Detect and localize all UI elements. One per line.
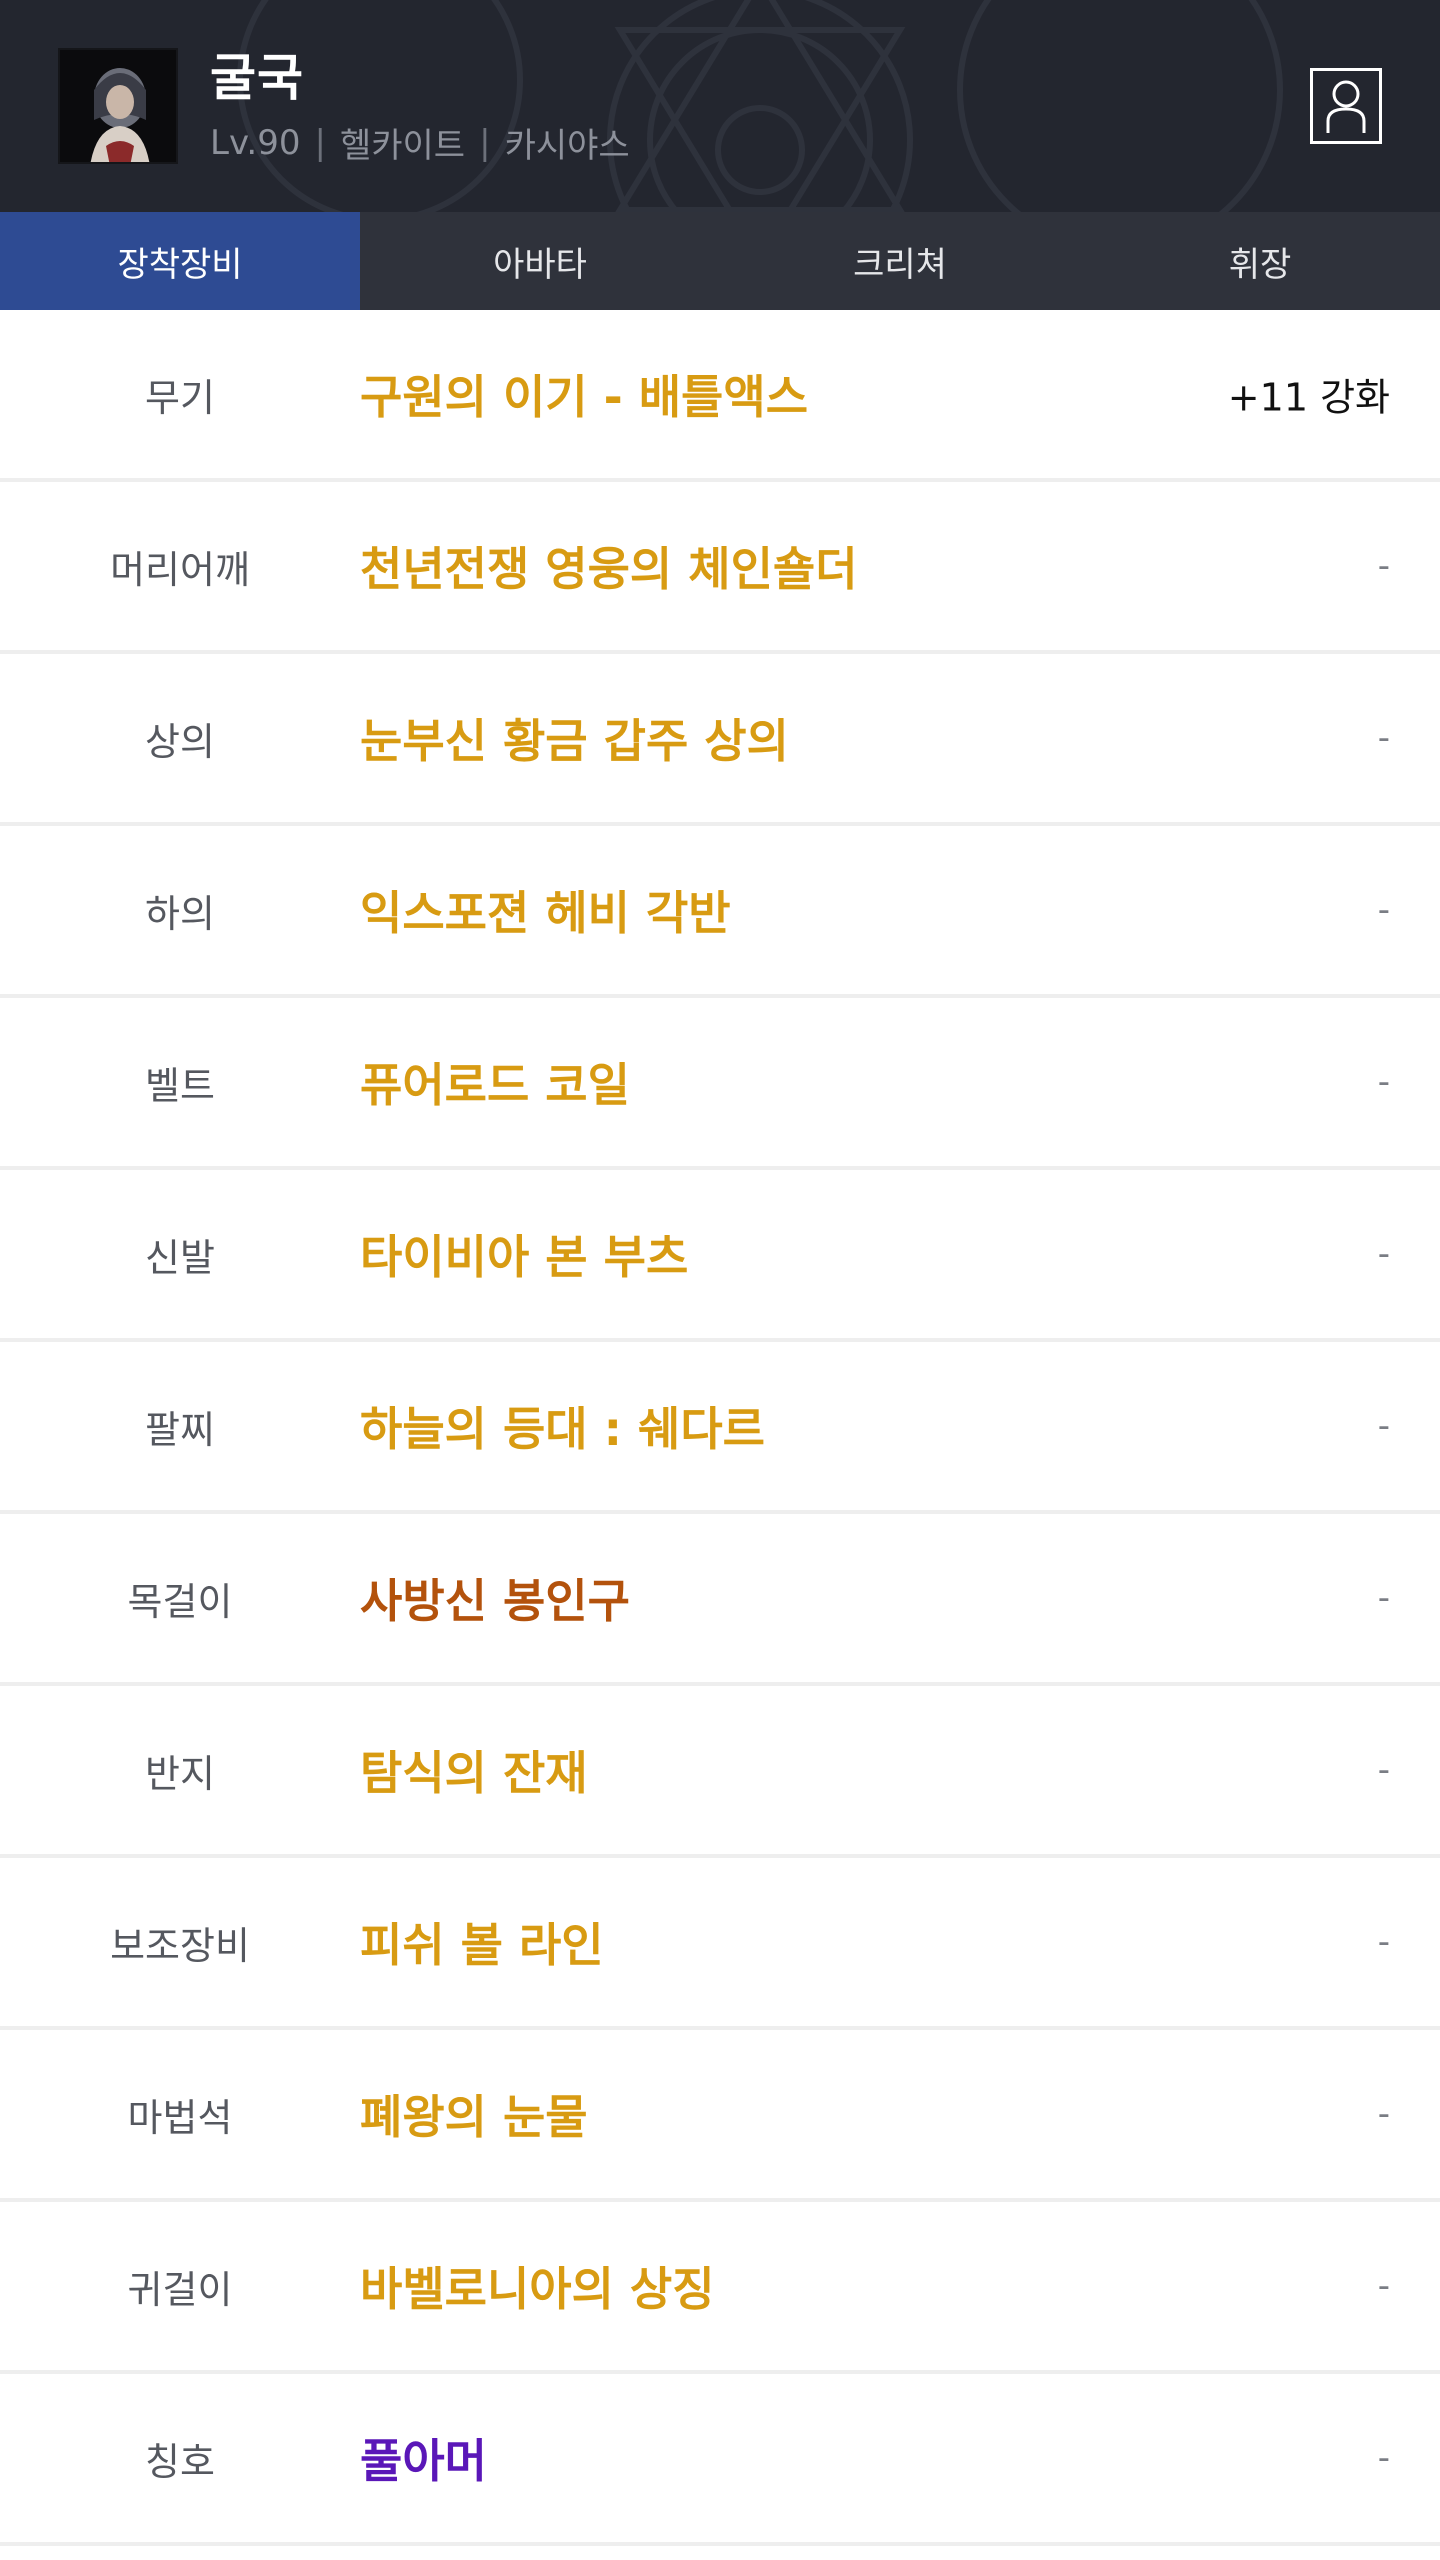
item-name[interactable]: 하늘의 등대 : 쉐다르 bbox=[360, 1393, 1440, 1459]
tab-equipment[interactable]: 장착장비 bbox=[0, 212, 360, 310]
slot-label: 무기 bbox=[145, 375, 215, 420]
character-server: 카시야스 bbox=[504, 126, 630, 166]
character-meta: Lv.90 | 헬카이트 | 카시야스 bbox=[210, 118, 630, 167]
tab-avatar[interactable]: 아바타 bbox=[360, 212, 720, 310]
character-avatar bbox=[58, 48, 178, 164]
character-name: 굴국 bbox=[210, 49, 304, 107]
character-header: 굴국 Lv.90 | 헬카이트 | 카시야스 bbox=[0, 0, 1440, 212]
slot-label: 상의 bbox=[145, 719, 215, 764]
equipment-row[interactable]: 칭호 풀아머 - bbox=[0, 2374, 1440, 2546]
equipment-row[interactable]: 머리어깨 천년전쟁 영웅의 체인숄더 - bbox=[0, 482, 1440, 654]
slot-label: 머리어깨 bbox=[110, 547, 250, 592]
equipment-list: 무기 구원의 이기 - 배틀액스 +11 강화 머리어깨 천년전쟁 영웅의 체인… bbox=[0, 310, 1440, 2546]
enhancement-level: - bbox=[1377, 1750, 1390, 1790]
slot-label: 칭호 bbox=[145, 2439, 215, 2484]
equipment-row[interactable]: 목걸이 사방신 봉인구 - bbox=[0, 1514, 1440, 1686]
enhancement-level: - bbox=[1377, 1578, 1390, 1618]
enhancement-level: - bbox=[1377, 1234, 1390, 1274]
slot-label: 신발 bbox=[145, 1235, 215, 1280]
meta-separator: | bbox=[479, 122, 491, 163]
character-level: Lv.90 bbox=[210, 122, 301, 163]
item-name[interactable]: 폐왕의 눈물 bbox=[360, 2081, 1440, 2147]
slot-label: 반지 bbox=[145, 1751, 215, 1796]
equipment-row[interactable]: 벨트 퓨어로드 코일 - bbox=[0, 998, 1440, 1170]
slot-label: 보조장비 bbox=[110, 1923, 250, 1968]
equipment-row[interactable]: 무기 구원의 이기 - 배틀액스 +11 강화 bbox=[0, 310, 1440, 482]
enhancement-level: - bbox=[1377, 2438, 1390, 2478]
equipment-row[interactable]: 상의 눈부신 황금 갑주 상의 - bbox=[0, 654, 1440, 826]
item-name[interactable]: 바벨로니아의 상징 bbox=[360, 2253, 1440, 2319]
enhancement-level: - bbox=[1377, 1062, 1390, 1102]
enhancement-level: - bbox=[1377, 2094, 1390, 2134]
enhancement-level: - bbox=[1377, 1406, 1390, 1446]
profile-button[interactable] bbox=[1310, 68, 1382, 144]
item-name[interactable]: 탐식의 잔재 bbox=[360, 1737, 1440, 1803]
enhancement-level: - bbox=[1377, 546, 1390, 586]
item-name[interactable]: 눈부신 황금 갑주 상의 bbox=[360, 705, 1440, 771]
character-portrait-icon bbox=[60, 50, 176, 162]
item-name[interactable]: 사방신 봉인구 bbox=[360, 1565, 1440, 1631]
meta-separator: | bbox=[314, 122, 326, 163]
equipment-row[interactable]: 반지 탐식의 잔재 - bbox=[0, 1686, 1440, 1858]
slot-label: 팔찌 bbox=[145, 1407, 215, 1452]
item-name[interactable]: 풀아머 bbox=[360, 2425, 1440, 2491]
character-job: 헬카이트 bbox=[339, 126, 466, 166]
equipment-row[interactable]: 귀걸이 바벨로니아의 상징 - bbox=[0, 2202, 1440, 2374]
slot-label: 목걸이 bbox=[127, 1579, 233, 1624]
enhancement-level: +11 강화 bbox=[1227, 375, 1390, 420]
enhancement-level: - bbox=[1377, 1922, 1390, 1962]
equipment-row[interactable]: 신발 타이비아 본 부츠 - bbox=[0, 1170, 1440, 1342]
enhancement-level: - bbox=[1377, 718, 1390, 758]
tab-creature[interactable]: 크리쳐 bbox=[720, 212, 1080, 310]
enhancement-level: - bbox=[1377, 890, 1390, 930]
item-name[interactable]: 타이비아 본 부츠 bbox=[360, 1221, 1440, 1287]
user-profile-icon bbox=[1326, 80, 1366, 133]
equipment-row[interactable]: 하의 익스포젼 헤비 각반 - bbox=[0, 826, 1440, 998]
enhancement-level: - bbox=[1377, 2266, 1390, 2306]
item-name[interactable]: 퓨어로드 코일 bbox=[360, 1049, 1440, 1115]
item-name[interactable]: 익스포젼 헤비 각반 bbox=[360, 877, 1440, 943]
slot-label: 마법석 bbox=[127, 2095, 233, 2140]
equipment-tabs: 장착장비 아바타 크리쳐 휘장 bbox=[0, 212, 1440, 310]
slot-label: 하의 bbox=[145, 891, 215, 936]
slot-label: 벨트 bbox=[145, 1063, 215, 1108]
equipment-row[interactable]: 보조장비 피쉬 볼 라인 - bbox=[0, 1858, 1440, 2030]
equipment-row[interactable]: 마법석 폐왕의 눈물 - bbox=[0, 2030, 1440, 2202]
item-name[interactable]: 천년전쟁 영웅의 체인숄더 bbox=[360, 533, 1440, 599]
equipment-row[interactable]: 팔찌 하늘의 등대 : 쉐다르 - bbox=[0, 1342, 1440, 1514]
item-name[interactable]: 피쉬 볼 라인 bbox=[360, 1909, 1440, 1975]
tab-insignia[interactable]: 휘장 bbox=[1080, 212, 1440, 310]
slot-label: 귀걸이 bbox=[127, 2267, 233, 2312]
